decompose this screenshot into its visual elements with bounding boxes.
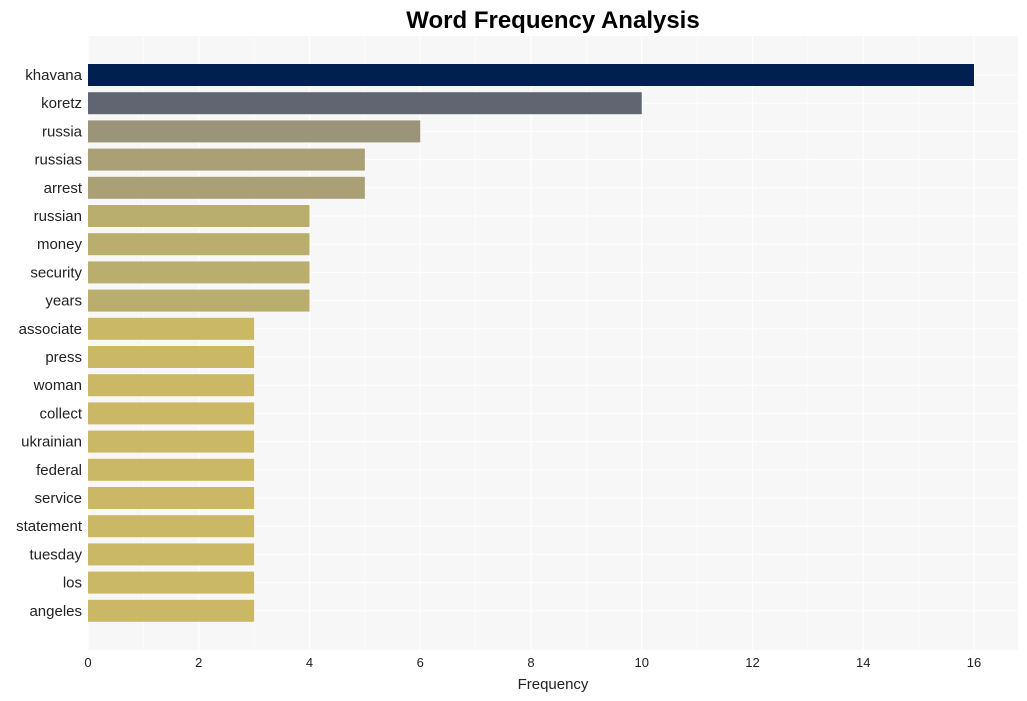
y-tick-label: los	[63, 575, 82, 592]
bar-security	[88, 261, 310, 284]
y-tick-label: ukrainian	[21, 434, 82, 451]
bar-koretz	[88, 92, 642, 115]
x-tick-label: 10	[635, 655, 649, 670]
y-tick-label: woman	[33, 377, 82, 394]
x-tick-label: 16	[967, 655, 981, 670]
x-tick-label: 6	[417, 655, 424, 670]
y-tick-label: press	[45, 349, 82, 366]
bar-khavana	[88, 64, 974, 86]
y-tick-label: khavana	[25, 67, 82, 84]
bar-russia	[88, 120, 421, 143]
bar-los	[88, 571, 255, 594]
bar-years	[88, 289, 310, 312]
x-tick-labels: 0 2 4 6 8 10 12 14 16	[84, 655, 981, 670]
x-tick-label: 8	[527, 655, 534, 670]
bar-statement	[88, 515, 255, 538]
bar-angeles	[88, 599, 255, 622]
y-tick-label: collect	[39, 405, 82, 422]
y-tick-label: arrest	[44, 180, 83, 197]
bar-woman	[88, 374, 255, 397]
bar-federal	[88, 458, 255, 481]
y-tick-label: koretz	[41, 95, 82, 112]
y-tick-label: service	[34, 490, 82, 507]
chart-title: Word Frequency Analysis	[406, 7, 699, 34]
bar-arrest	[88, 176, 365, 199]
bar-russian	[88, 205, 310, 227]
y-tick-label: statement	[16, 518, 83, 535]
bar-collect	[88, 402, 255, 425]
x-axis-label: Frequency	[518, 676, 589, 693]
y-tick-labels: khavana koretz russia russias arrest russian m…	[16, 67, 83, 620]
x-tick-label: 12	[745, 655, 759, 670]
x-tick-label: 4	[306, 655, 313, 670]
y-tick-label: russias	[34, 152, 82, 169]
bar-ukrainian	[88, 430, 255, 453]
y-tick-label: federal	[36, 462, 82, 479]
bar-associate	[88, 317, 255, 340]
x-tick-label: 14	[856, 655, 870, 670]
y-tick-label: russia	[42, 123, 83, 140]
x-tick-label: 2	[195, 655, 202, 670]
x-tick-label: 0	[84, 655, 91, 670]
bar-press	[88, 346, 255, 368]
bar-money	[88, 233, 310, 256]
y-tick-label: russian	[34, 208, 82, 225]
y-tick-label: tuesday	[29, 546, 82, 563]
y-tick-label: years	[45, 293, 82, 310]
bar-russias	[88, 148, 365, 171]
y-tick-label: security	[30, 264, 82, 281]
y-tick-label: angeles	[29, 603, 82, 620]
y-tick-label: associate	[19, 321, 82, 338]
bar-tuesday	[88, 543, 255, 566]
bar-chart: khavana koretz russia russias arrest russian m…	[16, 7, 1018, 693]
y-tick-label: money	[37, 236, 83, 253]
bar-service	[88, 487, 255, 509]
